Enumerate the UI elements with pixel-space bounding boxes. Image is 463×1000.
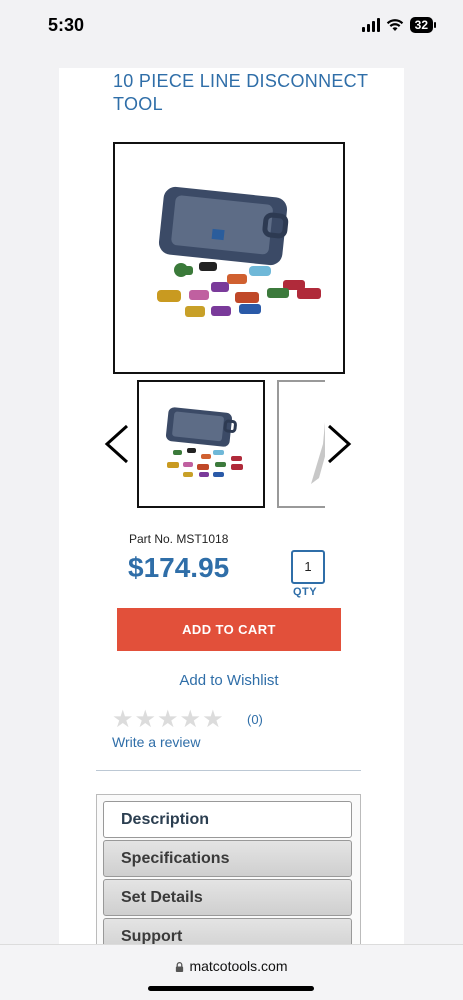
add-to-cart-button[interactable]: ADD TO CART [117, 608, 341, 651]
thumbnail-1[interactable] [137, 380, 265, 508]
star-icon[interactable]: ★ [202, 708, 224, 732]
rating-stars[interactable]: ★ ★ ★ ★ ★ [112, 708, 224, 732]
tab-specifications[interactable]: Specifications [103, 840, 352, 877]
tab-support[interactable]: Support [103, 918, 352, 946]
star-icon[interactable]: ★ [135, 708, 157, 732]
battery-icon: 32 [409, 17, 437, 33]
thumbnail-2[interactable] [277, 380, 325, 508]
url-display[interactable]: matcotools.com [0, 958, 463, 974]
lock-icon [176, 962, 184, 972]
tab-description[interactable]: Description [103, 801, 352, 838]
home-indicator[interactable] [148, 986, 314, 991]
carousel-next-button[interactable] [325, 424, 353, 464]
status-time: 5:30 [48, 15, 85, 35]
product-price: $174.95 [128, 552, 230, 583]
signal-icon [361, 18, 380, 32]
star-icon[interactable]: ★ [112, 708, 134, 732]
star-icon[interactable]: ★ [180, 708, 202, 732]
carousel-prev-button[interactable] [103, 424, 131, 464]
browser-address-bar[interactable]: matcotools.com [0, 944, 463, 1000]
part-number: Part No. MST1018 [129, 532, 229, 546]
product-title: 10 PIECE LINE DISCONNECT TOOL [113, 71, 368, 114]
url-text: matcotools.com [189, 958, 288, 974]
wifi-icon [386, 19, 403, 31]
product-page: 10 PIECE LINE DISCONNECT TOOL Part No. M… [59, 68, 404, 946]
status-icons: 32 [361, 17, 437, 33]
star-icon[interactable]: ★ [157, 708, 179, 732]
quantity-label: QTY [293, 586, 318, 598]
review-count: (0) [247, 712, 263, 727]
chevron-right-icon [327, 424, 352, 464]
write-review-link[interactable]: Write a review [112, 734, 200, 750]
tab-set-details[interactable]: Set Details [103, 879, 352, 916]
product-tabs: Description Specifications Set Details S… [96, 794, 361, 946]
status-bar: 5:30 32 [0, 0, 463, 56]
product-main-image[interactable] [113, 142, 345, 374]
thumbnail-strip [137, 378, 325, 510]
add-to-wishlist-link[interactable]: Add to Wishlist [59, 672, 399, 689]
chevron-left-icon [104, 424, 129, 464]
quantity-input[interactable]: 1 [291, 550, 325, 584]
section-divider [96, 770, 361, 771]
